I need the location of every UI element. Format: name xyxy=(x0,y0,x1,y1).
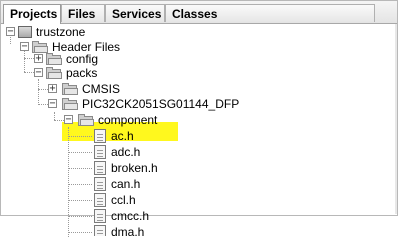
tab-files-label: Files xyxy=(68,7,96,21)
header-file-icon xyxy=(94,161,106,175)
tab-classes-label: Classes xyxy=(172,7,218,21)
tree-label: trustzone xyxy=(36,25,86,39)
tab-classes[interactable]: Classes xyxy=(165,4,375,22)
tree-item-file[interactable]: can.h xyxy=(0,176,396,192)
tree-item-packs[interactable]: − packs xyxy=(0,65,396,81)
tree-label: PIC32CK2051SG01144_DFP xyxy=(82,97,240,111)
tree-label: adc.h xyxy=(111,145,141,159)
tab-services[interactable]: Services xyxy=(105,4,165,22)
tab-files[interactable]: Files xyxy=(61,4,105,22)
tree-item-trustzone[interactable]: − trustzone xyxy=(0,24,396,40)
tree-item-file[interactable]: cmcc.h xyxy=(0,208,396,224)
project-icon xyxy=(18,26,32,38)
tree-item-cmsis[interactable]: + CMSIS xyxy=(0,81,396,97)
tree-label: can.h xyxy=(111,177,141,191)
header-file-icon xyxy=(94,193,106,207)
header-file-icon xyxy=(94,129,106,143)
collapse-toggle-icon[interactable]: − xyxy=(64,115,73,125)
tab-projects[interactable]: Projects× xyxy=(3,4,68,24)
header-file-icon xyxy=(94,177,106,191)
tab-services-label: Services xyxy=(112,7,162,21)
project-tree: − trustzone − Header Files + config − pa… xyxy=(0,24,396,237)
tree-item-file[interactable]: dma.h xyxy=(0,224,396,236)
tab-strip: Projects× Files Services Classes xyxy=(1,1,397,24)
tab-projects-label: Projects xyxy=(10,7,58,21)
header-file-icon xyxy=(94,209,106,223)
collapse-toggle-icon[interactable]: − xyxy=(20,42,29,52)
folder-icon xyxy=(62,83,78,95)
tree-item-file[interactable]: adc.h xyxy=(0,144,396,160)
expand-toggle-icon[interactable]: + xyxy=(48,84,57,94)
tree-label: ccl.h xyxy=(111,193,136,207)
header-file-icon xyxy=(94,145,106,159)
tree-label: cmcc.h xyxy=(111,209,150,223)
folder-icon xyxy=(62,98,78,110)
expand-toggle-icon[interactable]: + xyxy=(34,54,43,64)
collapse-toggle-icon[interactable]: − xyxy=(6,27,15,37)
tree-label: packs xyxy=(66,66,98,80)
tree-item-file-highlighted[interactable]: broken.h xyxy=(0,160,396,176)
tree-label: CMSIS xyxy=(82,82,121,96)
tree-item-dfp[interactable]: − PIC32CK2051SG01144_DFP xyxy=(0,96,396,112)
folder-icon xyxy=(78,114,94,126)
folder-icon xyxy=(46,53,62,65)
tree-label: dma.h xyxy=(111,225,145,236)
tree-item-file[interactable]: ccl.h xyxy=(0,192,396,208)
scrollbar[interactable] xyxy=(395,24,397,214)
tree-label: broken.h xyxy=(111,161,158,175)
folder-icon xyxy=(46,67,62,79)
tree-item-file[interactable]: ac.h xyxy=(0,128,396,144)
collapse-toggle-icon[interactable]: − xyxy=(34,68,43,78)
tree-label: ac.h xyxy=(111,129,134,143)
tree-item-component[interactable]: − component xyxy=(0,112,396,128)
header-file-icon xyxy=(94,225,106,236)
collapse-toggle-icon[interactable]: − xyxy=(48,99,57,109)
tree-label: component xyxy=(98,113,158,127)
